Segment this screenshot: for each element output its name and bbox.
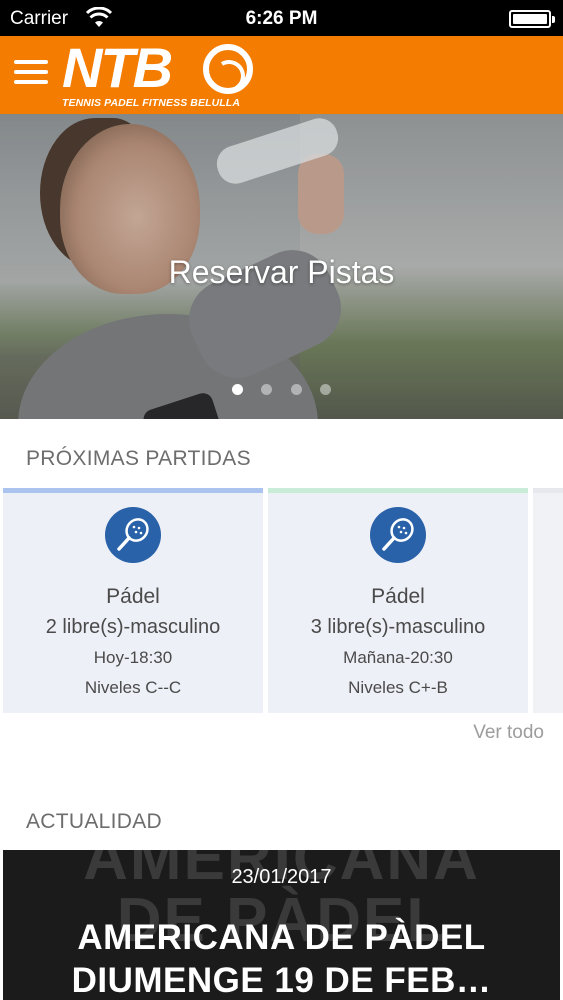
- section-title-matches: PRÓXIMAS PARTIDAS: [26, 447, 251, 470]
- section-title-news: ACTUALIDAD: [26, 810, 163, 833]
- card-accent-bar: [3, 488, 263, 493]
- hamburger-menu-icon[interactable]: [14, 60, 48, 88]
- logo-subtitle: TENNIS PADEL FITNESS BELULLA: [62, 97, 241, 109]
- news-card[interactable]: AMERICANA DE PÀDEL 23/01/2017 AMERICANA …: [3, 850, 560, 1000]
- padel-racket-icon: [370, 507, 426, 563]
- see-all-link[interactable]: Ver todo: [473, 722, 544, 744]
- tennis-ball-icon: [203, 44, 253, 94]
- hero-title: Reservar Pistas: [168, 254, 395, 290]
- match-slots: 3 libre(s)-masculino: [310, 616, 486, 638]
- news-date: 23/01/2017: [231, 866, 332, 888]
- match-levels: Niveles C+-B: [348, 678, 448, 697]
- carousel-dot-2[interactable]: [261, 384, 273, 395]
- carousel-indicator: [0, 382, 563, 400]
- match-slots: 2 libre(s)-masculino: [45, 616, 221, 638]
- battery-icon: [509, 10, 555, 28]
- carousel-dot-4[interactable]: [320, 384, 332, 395]
- match-card-partial[interactable]: [533, 488, 563, 713]
- status-bar: Carrier 6:26 PM: [0, 0, 563, 36]
- match-time: Hoy-18:30: [93, 648, 173, 667]
- card-accent-bar: [533, 488, 563, 493]
- logo-text: NTB: [62, 36, 173, 99]
- carousel-dot-3[interactable]: [290, 384, 302, 395]
- clock: 6:26 PM: [245, 8, 318, 29]
- match-sport: Pádel: [106, 585, 160, 608]
- hero-banner[interactable]: Reservar Pistas: [0, 114, 563, 419]
- match-levels: Niveles C--C: [84, 678, 182, 697]
- news-headline: AMERICANA DE PÀDEL DIUMENGE 19 DE FEB…: [71, 918, 492, 1000]
- padel-racket-icon: [105, 507, 161, 563]
- match-card[interactable]: Pádel 3 libre(s)-masculino Mañana-20:30 …: [268, 488, 528, 713]
- app-header: NTB TENNIS PADEL FITNESS BELULLA: [0, 36, 563, 114]
- carousel-dot-1[interactable]: [231, 384, 243, 395]
- brand-logo[interactable]: NTB TENNIS PADEL FITNESS BELULLA: [62, 36, 262, 112]
- card-accent-bar: [268, 488, 528, 493]
- match-card[interactable]: Pádel 2 libre(s)-masculino Hoy-18:30 Niv…: [3, 488, 263, 713]
- match-time: Mañana-20:30: [343, 648, 453, 667]
- match-sport: Pádel: [371, 585, 425, 608]
